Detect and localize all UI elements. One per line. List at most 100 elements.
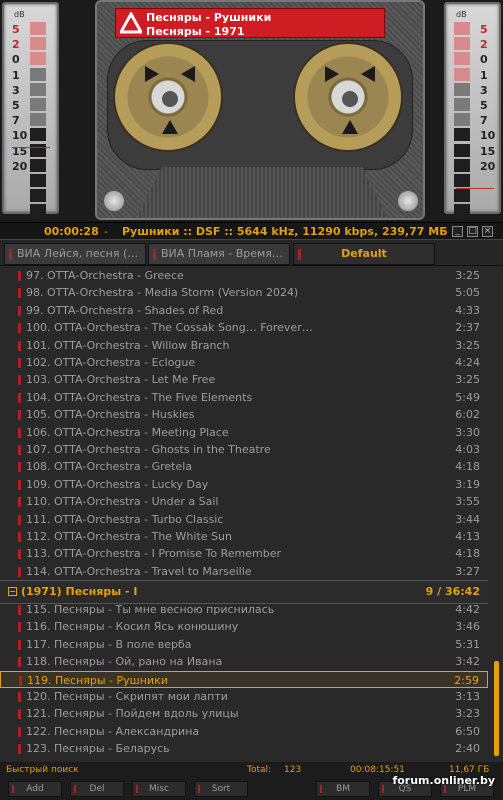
track-duration: 2:40 <box>455 742 480 756</box>
track-duration: 3:25 <box>455 373 480 387</box>
track-marker <box>18 639 21 650</box>
track-marker <box>18 462 21 473</box>
add-button[interactable]: Add <box>8 781 62 797</box>
maximize-button[interactable]: □ <box>467 226 478 237</box>
playlist-row[interactable]: 108. OTTA-Orchestra - Gretela 4:18 <box>0 458 488 475</box>
close-button[interactable]: × <box>482 226 493 237</box>
playlist-row[interactable]: 118. Песняры - Ой, рано на Ивана 3:42 <box>0 653 488 670</box>
track-title: 121. Песняры - Пойдем вдоль улицы <box>26 705 239 722</box>
track-title: 117. Песняры - В поле верба <box>26 636 192 653</box>
track-duration: 5:49 <box>455 390 480 404</box>
track-duration: 4:18 <box>455 460 480 474</box>
track-info-text: Рушники :: DSF :: 5644 kHz, 11290 kbps, … <box>122 225 461 238</box>
track-marker <box>19 675 22 686</box>
track-title: 107. OTTA-Orchestra - Ghosts in the Thea… <box>26 441 271 458</box>
track-name: OTTA-Orchestra - Travel to Marseille <box>54 564 252 578</box>
playlist-row[interactable]: 105. OTTA-Orchestra - Huskies 6:02 <box>0 406 488 423</box>
screw-icon <box>397 190 419 212</box>
tab-via-leysya[interactable]: ВИА Лейся, песня (… <box>4 243 146 265</box>
misc-button[interactable]: Misc <box>132 781 186 797</box>
del-button[interactable]: Del <box>70 781 124 797</box>
track-title: 113. OTTA-Orchestra - I Promise To Remem… <box>26 545 281 562</box>
track-number: 103. <box>26 373 51 387</box>
playlist-row[interactable]: 102. OTTA-Orchestra - Eclogue 4:24 <box>0 354 488 371</box>
collapse-toggle-icon[interactable] <box>8 587 17 596</box>
track-title: 120. Песняры - Скрипят мои лапти <box>26 688 228 705</box>
track-number: 107. <box>26 443 51 456</box>
track-marker <box>18 271 21 281</box>
playlist[interactable]: 97. OTTA-Orchestra - Greece 3:25 98. OTTA-… <box>0 266 503 762</box>
playlist-row[interactable]: 97. OTTA-Orchestra - Greece 3:25 <box>0 267 488 284</box>
track-duration: 4:18 <box>455 547 480 561</box>
track-number: 98. <box>26 286 44 300</box>
now-playing-infoline: 00:00:28 - Рушники :: DSF :: 5644 kHz, 1… <box>0 222 503 240</box>
vu-scale-tick: 0 <box>480 53 488 67</box>
vu-bars-right <box>454 22 470 219</box>
playlist-row[interactable]: 122. Песняры - Александрина 6:50 <box>0 723 488 740</box>
playlist-row[interactable]: 117. Песняры - В поле верба 5:31 <box>0 636 488 653</box>
track-number: 121. <box>26 707 51 721</box>
player-window: dB 5 2 0 1 3 5 7 10 15 20 dB 5 2 0 1 3 5 7 10 15 20 Песняр… <box>0 0 503 800</box>
playlist-row[interactable]: 99. OTTA-Orchestra - Shades of Red 4:33 <box>0 302 488 319</box>
track-number: 115. <box>26 603 51 616</box>
playlist-row[interactable]: 100. OTTA-Orchestra - The Cossak Song… F… <box>0 319 488 336</box>
quick-search[interactable]: Быстрый поиск <box>6 762 79 778</box>
track-title: 112. OTTA-Orchestra - The White Sun <box>26 528 232 545</box>
track-name: OTTA-Orchestra - Huskies <box>54 408 195 422</box>
vu-scale-tick: 2 <box>12 38 20 52</box>
track-title: 106. OTTA-Orchestra - Meeting Place <box>26 424 229 441</box>
track-marker <box>18 497 21 508</box>
track-name: OTTA-Orchestra - Willow Branch <box>54 338 230 352</box>
vu-scale-tick: 7 <box>480 114 488 128</box>
playlist-row[interactable]: 114. OTTA-Orchestra - Travel to Marseill… <box>0 563 488 580</box>
bookmark-button[interactable]: BM <box>316 781 370 797</box>
cassette-label: Песняры - Рушники Песняры - 1971 <box>115 8 385 38</box>
track-duration: 3:19 <box>455 477 480 491</box>
playlist-row[interactable]: 107. OTTA-Orchestra - Ghosts in the Thea… <box>0 441 488 458</box>
playlist-row[interactable]: 112. OTTA-Orchestra - The White Sun 4:13 <box>0 528 488 545</box>
track-name: OTTA-Orchestra - Meeting Place <box>54 425 229 439</box>
vu-scale-tick: 1 <box>12 68 20 82</box>
playlist-row[interactable]: 110. OTTA-Orchestra - Under a Sail 3:55 <box>0 493 488 510</box>
track-title: 115. Песняры - Ты мне весною приснилась <box>26 601 274 618</box>
scrollbar-thumb[interactable] <box>494 661 499 756</box>
playlist-row[interactable]: 106. OTTA-Orchestra - Meeting Place 3:30 <box>0 424 488 441</box>
playlist-row[interactable]: 121. Песняры - Пойдем вдоль улицы 3:23 <box>0 705 488 722</box>
track-number: 104. <box>26 390 51 404</box>
playlist-row[interactable]: 98. OTTA-Orchestra - Media Storm (Versio… <box>0 284 488 301</box>
track-name: OTTA-Orchestra - Lucky Day <box>54 477 209 491</box>
track-marker <box>18 427 21 438</box>
playlist-row-current[interactable]: 119. Песняры - Рушники 2:59 <box>0 670 488 688</box>
track-name: Песняры - Александрина <box>54 724 200 738</box>
playlist-row[interactable]: 116. Песняры - Косил Ясь конюшину 3:46 <box>0 618 488 635</box>
track-number: 101. <box>26 338 51 352</box>
sort-button[interactable]: Sort <box>194 781 248 797</box>
track-name: OTTA-Orchestra - Greece <box>47 269 184 282</box>
vu-scale-tick: 15 <box>12 144 28 158</box>
track-title: 118. Песняры - Ой, рано на Ивана <box>26 653 222 670</box>
track-duration: 4:13 <box>455 530 480 543</box>
track-marker <box>18 305 21 316</box>
playlist-row[interactable]: 123. Песняры - Беларусь 2:40 <box>0 740 488 757</box>
playlist-row[interactable]: 113. OTTA-Orchestra - I Promise To Remem… <box>0 545 488 562</box>
track-number: 105. <box>26 408 51 422</box>
track-number: 122. <box>26 724 51 738</box>
playlist-row[interactable]: 101. OTTA-Orchestra - Willow Branch 3:25 <box>0 337 488 354</box>
playlist-row[interactable]: 115. Песняры - Ты мне весною приснилась 4… <box>0 601 488 618</box>
playlist-scrollbar[interactable] <box>493 266 501 762</box>
track-duration: 4:33 <box>455 303 480 317</box>
vu-scale-tick: 15 <box>480 144 496 158</box>
minimize-button[interactable]: _ <box>452 226 463 237</box>
reel-left <box>113 42 223 152</box>
vu-scale-left: 5 2 0 1 3 5 7 10 15 20 <box>12 22 27 174</box>
track-name: OTTA-Orchestra - Ghosts in the Theatre <box>54 443 271 456</box>
tab-default[interactable]: Default <box>293 243 435 265</box>
playlist-row[interactable]: 103. OTTA-Orchestra - Let Me Free 3:25 <box>0 371 488 388</box>
group-title: (1971) Песняры - I <box>21 585 138 598</box>
track-title: 97. OTTA-Orchestra - Greece <box>26 267 184 284</box>
tab-via-plamya[interactable]: ВИА Пламя - Время… <box>148 243 290 265</box>
playlist-row[interactable]: 111. OTTA-Orchestra - Turbo Classic 3:44 <box>0 511 488 528</box>
playlist-row[interactable]: 104. OTTA-Orchestra - The Five Elements 5… <box>0 389 488 406</box>
playlist-row[interactable]: 120. Песняры - Скрипят мои лапти 3:13 <box>0 688 488 705</box>
playlist-row[interactable]: 109. OTTA-Orchestra - Lucky Day 3:19 <box>0 476 488 493</box>
